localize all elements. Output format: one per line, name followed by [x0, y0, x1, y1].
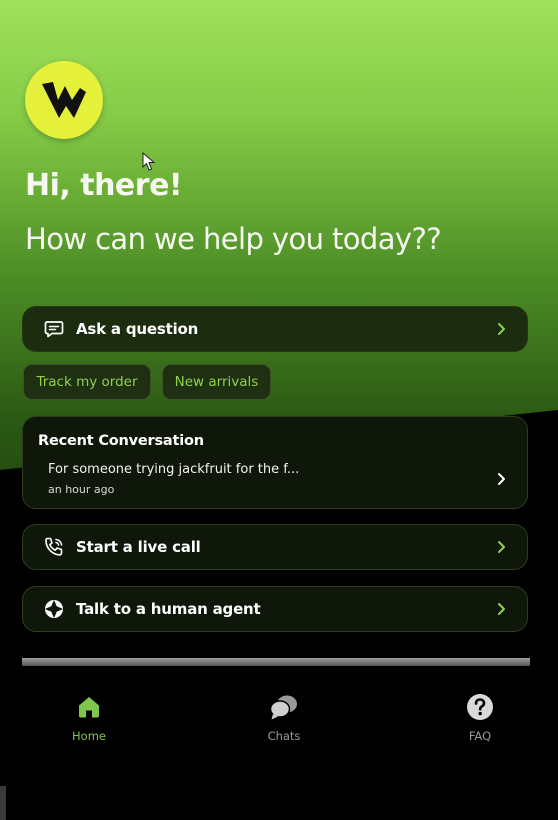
- nav-chats-label: Chats: [267, 729, 301, 743]
- nav-faq-label: FAQ: [468, 729, 492, 743]
- nav-chats-tab[interactable]: Chats: [239, 692, 329, 743]
- chevron-right-icon: [495, 472, 509, 486]
- live-call-label: Start a live call: [76, 538, 201, 556]
- chevron-right-icon: [495, 322, 509, 336]
- nav-faq-tab[interactable]: FAQ: [435, 692, 525, 743]
- nav-home-tab[interactable]: Home: [44, 692, 134, 743]
- ask-question-button[interactable]: Ask a question: [22, 306, 528, 352]
- nav-home-label: Home: [72, 729, 106, 743]
- help-subtitle: How can we help you today??: [25, 222, 442, 256]
- logo-mark-icon: [42, 82, 86, 118]
- conversation-timestamp: an hour ago: [48, 483, 115, 496]
- talk-to-agent-button[interactable]: Talk to a human agent: [22, 586, 528, 632]
- window-edge: [0, 786, 6, 820]
- chevron-right-icon: [495, 540, 509, 554]
- faq-icon: [465, 692, 495, 722]
- lifebuoy-icon: [43, 598, 65, 620]
- recent-conversation-item[interactable]: For someone trying jackfruit for the f..…: [23, 455, 527, 501]
- recent-conversation-title: Recent Conversation: [38, 433, 204, 449]
- ask-question-label: Ask a question: [76, 320, 199, 338]
- conversation-preview: For someone trying jackfruit for the f..…: [48, 462, 300, 477]
- bottom-navigation: Home Chats FAQ: [0, 666, 558, 820]
- brand-logo: [25, 61, 103, 139]
- home-icon: [74, 692, 104, 722]
- human-agent-label: Talk to a human agent: [76, 600, 261, 618]
- recent-conversation-card: Recent Conversation For someone trying j…: [22, 416, 528, 509]
- start-live-call-button[interactable]: Start a live call: [22, 524, 528, 570]
- message-icon: [43, 318, 65, 340]
- chevron-right-icon: [495, 602, 509, 616]
- app-screen: Hi, there! How can we help you today?? A…: [0, 0, 558, 820]
- greeting-heading: Hi, there!: [25, 168, 183, 203]
- phone-call-icon: [43, 536, 65, 558]
- track-order-chip[interactable]: Track my order: [23, 364, 151, 400]
- new-arrivals-chip[interactable]: New arrivals: [162, 364, 271, 400]
- chats-icon: [269, 692, 299, 722]
